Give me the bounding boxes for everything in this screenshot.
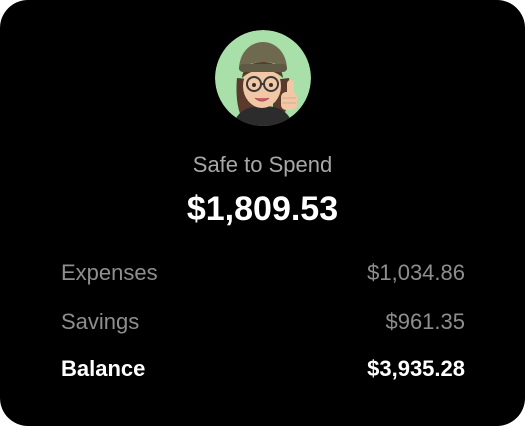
memoji-avatar-icon xyxy=(215,30,311,126)
balance-value: $3,935.28 xyxy=(367,356,465,381)
expenses-row: Expenses $1,034.86 xyxy=(61,259,465,287)
savings-label: Savings xyxy=(61,309,140,334)
budget-summary-card: Safe to Spend $1,809.53 Expenses $1,034.… xyxy=(0,0,525,426)
balance-row: Balance $3,935.28 xyxy=(61,355,465,383)
savings-row: Savings $961.35 xyxy=(61,308,465,336)
expenses-label: Expenses xyxy=(61,260,158,285)
safe-to-spend-label: Safe to Spend xyxy=(192,152,333,177)
user-avatar[interactable] xyxy=(215,30,311,126)
expenses-value: $1,034.86 xyxy=(367,260,465,285)
savings-value: $961.35 xyxy=(385,309,465,334)
balance-label: Balance xyxy=(61,356,146,381)
safe-to-spend-amount: $1,809.53 xyxy=(186,190,339,228)
